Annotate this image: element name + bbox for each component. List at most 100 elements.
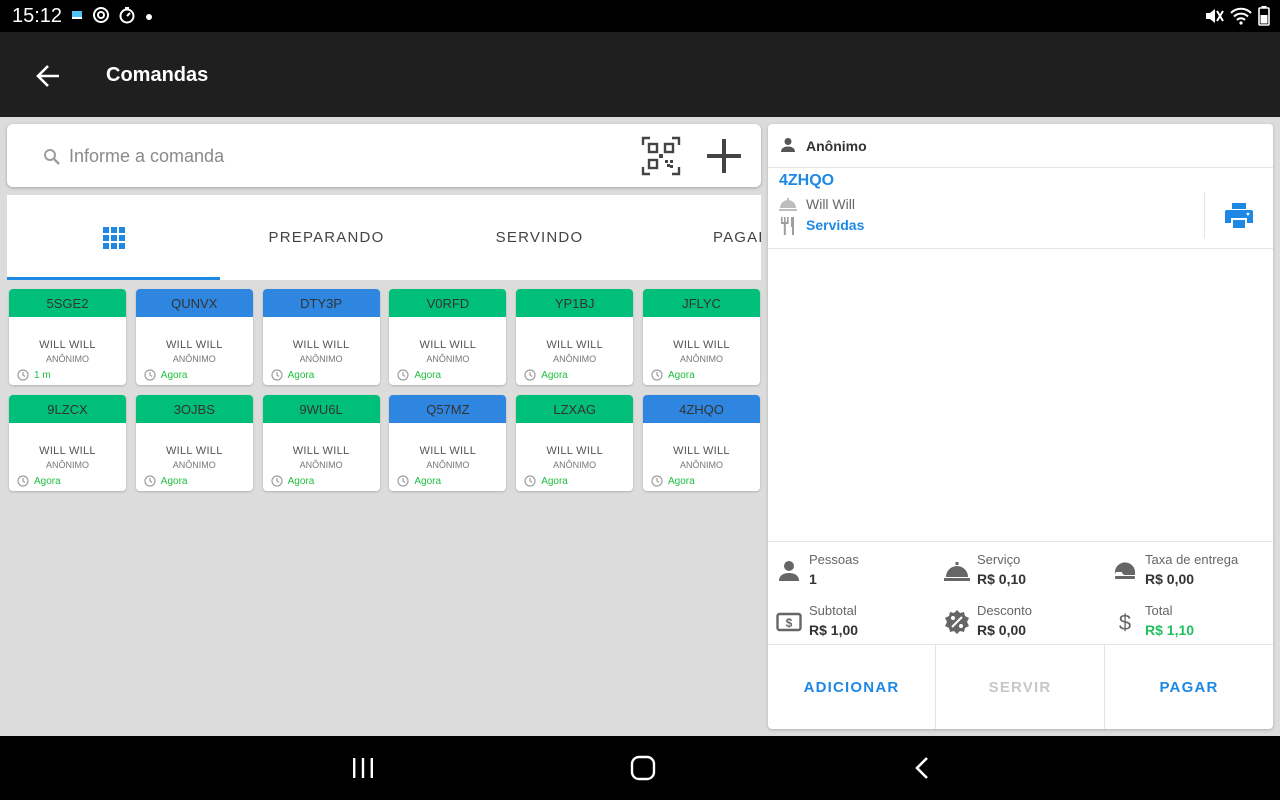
- summary-value: R$ 1,10: [1145, 622, 1195, 638]
- order-card-customer-type: ANÔNIMO: [553, 354, 597, 364]
- search-bar: [7, 124, 761, 187]
- summary-label: Serviço: [977, 552, 1021, 567]
- clock-icon: [397, 369, 409, 381]
- clock-icon: [17, 369, 29, 381]
- order-card-code: 3OJBS: [135, 395, 253, 423]
- order-card-customer-type: ANÔNIMO: [426, 354, 470, 364]
- tab-pagar[interactable]: PAGAR: [713, 195, 761, 280]
- servir-button[interactable]: SERVIR: [936, 645, 1105, 729]
- wifi-icon: [1230, 7, 1252, 30]
- printer-icon: [1225, 203, 1253, 228]
- status-tabs: PREPARANDO SERVINDO PAGAR: [7, 195, 761, 280]
- cloche-icon: [944, 558, 970, 584]
- order-card[interactable]: LZXAG WILL WILL ANÔNIMO Agora: [516, 395, 634, 491]
- order-card[interactable]: 5SGE2 WILL WILL ANÔNIMO 1 m: [9, 289, 126, 385]
- order-card-customer-type: ANÔNIMO: [45, 460, 89, 470]
- order-card-time: Agora: [651, 369, 695, 381]
- order-card[interactable]: 9WU6L WILL WILL ANÔNIMO Agora: [262, 395, 380, 491]
- adicionar-button[interactable]: ADICIONAR: [768, 645, 936, 729]
- order-card[interactable]: DTY3P WILL WILL ANÔNIMO Agora: [262, 289, 380, 385]
- order-card-customer-type: ANÔNIMO: [553, 460, 597, 470]
- order-card-time: Agora: [651, 475, 695, 487]
- order-card-time-label: Agora: [287, 369, 315, 381]
- notification-app-icon: [70, 8, 84, 27]
- recent-apps-icon: [353, 758, 373, 778]
- order-card[interactable]: V0RFD WILL WILL ANÔNIMO Agora: [389, 289, 507, 385]
- clock-icon: [524, 475, 536, 487]
- order-card-code: 9WU6L: [262, 395, 380, 423]
- clock-icon: [397, 475, 409, 487]
- order-card-code: V0RFD: [389, 289, 507, 317]
- clock-icon: [524, 369, 536, 381]
- order-card-time-label: Agora: [34, 475, 61, 487]
- grid-icon: [102, 226, 125, 249]
- order-card[interactable]: Q57MZ WILL WILL ANÔNIMO Agora: [389, 395, 507, 491]
- summary-label: Total: [1145, 603, 1173, 618]
- order-detail-panel: Anônimo 4ZHQO Will Will Servidas Pessoas…: [768, 124, 1273, 729]
- order-card-time: Agora: [524, 475, 568, 487]
- tab-indicator: [7, 277, 220, 280]
- order-card-code: LZXAG: [516, 395, 634, 423]
- order-card[interactable]: 3OJBS WILL WILL ANÔNIMO Agora: [135, 395, 253, 491]
- order-card-customer: WILL WILL: [419, 339, 477, 351]
- order-card-customer: WILL WILL: [673, 445, 730, 457]
- tab-servindo[interactable]: SERVINDO: [433, 195, 646, 280]
- recent-apps-button[interactable]: [343, 752, 383, 784]
- clock-icon: [144, 475, 156, 487]
- order-card-customer: WILL WILL: [165, 445, 223, 457]
- order-card[interactable]: 9LZCX WILL WILL ANÔNIMO Agora: [9, 395, 126, 491]
- order-status: Servidas: [806, 217, 865, 233]
- qr-scan-button[interactable]: [641, 136, 681, 176]
- nav-back-button[interactable]: [903, 752, 943, 784]
- order-card-customer-type: ANÔNIMO: [426, 460, 470, 470]
- order-card-time: Agora: [17, 475, 61, 487]
- order-card-customer: WILL WILL: [292, 445, 350, 457]
- person-icon: [780, 137, 796, 158]
- summary-value: R$ 0,00: [977, 622, 1027, 638]
- order-card-time-label: Agora: [541, 369, 568, 381]
- order-card-time: Agora: [397, 369, 441, 381]
- add-order-button[interactable]: [704, 136, 744, 176]
- print-button[interactable]: [1223, 200, 1255, 232]
- svg-text:$: $: [1119, 610, 1131, 635]
- summary-value: 1: [809, 571, 817, 587]
- order-card-customer: WILL WILL: [546, 339, 604, 351]
- order-card[interactable]: QUNVX WILL WILL ANÔNIMO Agora: [135, 289, 253, 385]
- order-card-time-label: 1 m: [34, 369, 51, 381]
- order-card-customer-type: ANÔNIMO: [299, 460, 343, 470]
- order-card-time: Agora: [397, 475, 441, 487]
- status-time: 15:12: [12, 5, 63, 27]
- clock-icon: [17, 475, 29, 487]
- order-card-customer-type: ANÔNIMO: [172, 354, 216, 364]
- order-card-time-label: Agora: [160, 475, 188, 487]
- plus-icon: [707, 139, 741, 173]
- panel-customer-type: Anônimo: [806, 138, 867, 154]
- search-input[interactable]: [69, 142, 609, 170]
- order-card-customer-type: ANÔNIMO: [299, 354, 343, 364]
- order-card-customer: WILL WILL: [39, 339, 96, 351]
- order-card-time-label: Agora: [414, 369, 442, 381]
- timer-icon: [118, 6, 136, 29]
- order-card-customer-type: ANÔNIMO: [679, 460, 723, 470]
- order-card[interactable]: 4ZHQO WILL WILL ANÔNIMO Agora: [643, 395, 760, 491]
- summary-subtotal: $ Subtotal R$ 1,00: [768, 601, 933, 641]
- pagar-button[interactable]: PAGAR: [1105, 645, 1273, 729]
- dollar-icon: $: [1112, 609, 1138, 635]
- order-card[interactable]: YP1BJ WILL WILL ANÔNIMO Agora: [516, 289, 634, 385]
- clock-icon: [144, 369, 156, 381]
- summary-label: Desconto: [977, 603, 1032, 618]
- order-card[interactable]: JFLYC WILL WILL ANÔNIMO Agora: [643, 289, 760, 385]
- order-card-customer: WILL WILL: [39, 445, 96, 457]
- tab-preparando[interactable]: PREPARANDO: [220, 195, 433, 280]
- summary-label: Taxa de entrega: [1145, 552, 1239, 567]
- summary-value: R$ 0,10: [977, 571, 1027, 587]
- summary-servico: Serviço R$ 0,10: [936, 550, 1101, 590]
- svg-text:$: $: [786, 616, 793, 630]
- tab-all[interactable]: [7, 195, 220, 280]
- order-summary-row[interactable]: 4ZHQO Will Will Servidas: [768, 168, 1273, 249]
- order-card-code: 5SGE2: [9, 289, 126, 317]
- home-button[interactable]: [623, 752, 663, 784]
- back-button[interactable]: [30, 58, 66, 94]
- summary-label: Subtotal: [809, 603, 857, 618]
- order-card-time-label: Agora: [414, 475, 442, 487]
